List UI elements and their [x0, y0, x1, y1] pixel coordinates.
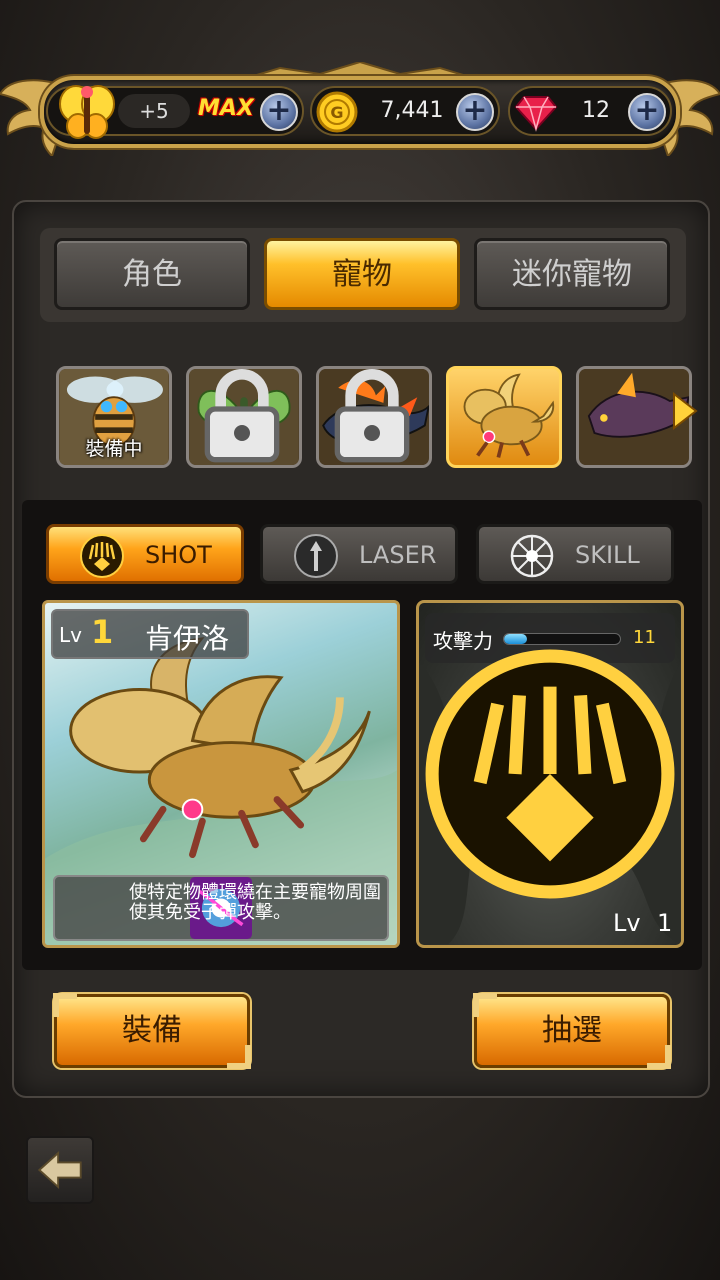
pet-card-dragon[interactable] — [316, 366, 432, 468]
add-pet-button[interactable]: + — [260, 93, 298, 131]
scroll-right-arrow-icon[interactable] — [672, 392, 698, 430]
equip-button[interactable]: 裝備 — [53, 993, 251, 1069]
gem-value: 12 — [582, 98, 610, 123]
pet-detail-panel: SHOT LASER SKILL Lv 1 肯伊洛 使特定物體環繞在主要寵物周圍… — [22, 500, 702, 970]
corner-ornament-icon — [53, 993, 77, 1017]
laser-label: LASER — [359, 541, 437, 569]
tab-pet[interactable]: 寵物 — [264, 238, 460, 310]
lock-icon — [334, 369, 410, 463]
level-prefix: Lv — [59, 623, 82, 647]
corner-ornament-icon — [227, 1045, 251, 1069]
pet-card-beetle[interactable] — [446, 366, 562, 468]
skill-description-box: 使特定物體環繞在主要寵物周圍使其免受子彈攻擊。 — [53, 875, 389, 941]
shot-type-badge-icon — [425, 649, 675, 899]
gold-coin-icon: G — [316, 91, 358, 133]
laser-icon — [294, 534, 338, 578]
pet-carousel: 裝備中 — [54, 364, 714, 470]
skill-mode-button[interactable]: SKILL — [476, 524, 674, 584]
pet-artwork-card: Lv 1 肯伊洛 使特定物體環繞在主要寵物周圍使其免受子彈攻擊。 — [42, 600, 400, 948]
pet-panel: 角色 寵物 迷你寵物 裝備中 SHOT LASER SKILL Lv 1 肯伊洛… — [12, 200, 710, 1098]
skill-icon — [510, 534, 554, 578]
pet-card-bee[interactable]: 裝備中 — [56, 366, 172, 468]
pet-level: 1 — [91, 613, 114, 651]
preview-level-prefix: Lv — [613, 909, 641, 937]
equipped-label: 裝備中 — [85, 438, 143, 460]
corner-ornament-icon — [473, 993, 497, 1017]
back-arrow-icon — [37, 1150, 82, 1190]
pet-card-moth[interactable] — [186, 366, 302, 468]
category-tabs: 角色 寵物 迷你寵物 — [40, 228, 686, 322]
back-button[interactable] — [26, 1136, 94, 1204]
shot-preview-panel: 攻擊力 11 Lv 1 — [416, 600, 684, 948]
add-gold-button[interactable]: + — [456, 93, 494, 131]
draw-label: 抽選 — [542, 1013, 602, 1048]
gem-stat: 12 + — [508, 86, 672, 136]
pet-name-box: Lv 1 肯伊洛 — [51, 609, 249, 659]
gold-stat: G 7,441 + — [310, 86, 500, 136]
svg-text:G: G — [330, 103, 343, 122]
lock-icon — [204, 369, 280, 463]
skill-label: SKILL — [575, 541, 640, 569]
gold-value: 7,441 — [380, 98, 444, 123]
equip-label: 裝備 — [122, 1013, 182, 1048]
pet-stat: +5 MAX + — [46, 85, 304, 139]
skill-description: 使特定物體環繞在主要寵物周圍使其免受子彈攻擊。 — [129, 882, 381, 923]
pet-level-badge: +5 — [118, 94, 190, 128]
shot-label: SHOT — [145, 541, 212, 569]
laser-mode-button[interactable]: LASER — [260, 524, 458, 584]
pet-name: 肯伊洛 — [145, 622, 230, 655]
beetle-pet-icon — [463, 373, 555, 458]
corner-ornament-icon — [647, 1045, 671, 1069]
tab-mini-pet[interactable]: 迷你寵物 — [474, 238, 670, 310]
ruby-gem-icon — [514, 96, 558, 132]
preview-level: 1 — [657, 909, 673, 937]
butterfly-pet-icon — [59, 85, 115, 139]
pet-max-label: MAX — [198, 96, 254, 121]
tab-character[interactable]: 角色 — [54, 238, 250, 310]
shot-mode-button[interactable]: SHOT — [46, 524, 244, 584]
top-status-bar: +5 MAX + G 7,441 + 12 + — [0, 62, 720, 158]
add-gem-button[interactable]: + — [628, 93, 666, 131]
shot-icon — [80, 534, 124, 578]
draw-button[interactable]: 抽選 — [473, 993, 671, 1069]
